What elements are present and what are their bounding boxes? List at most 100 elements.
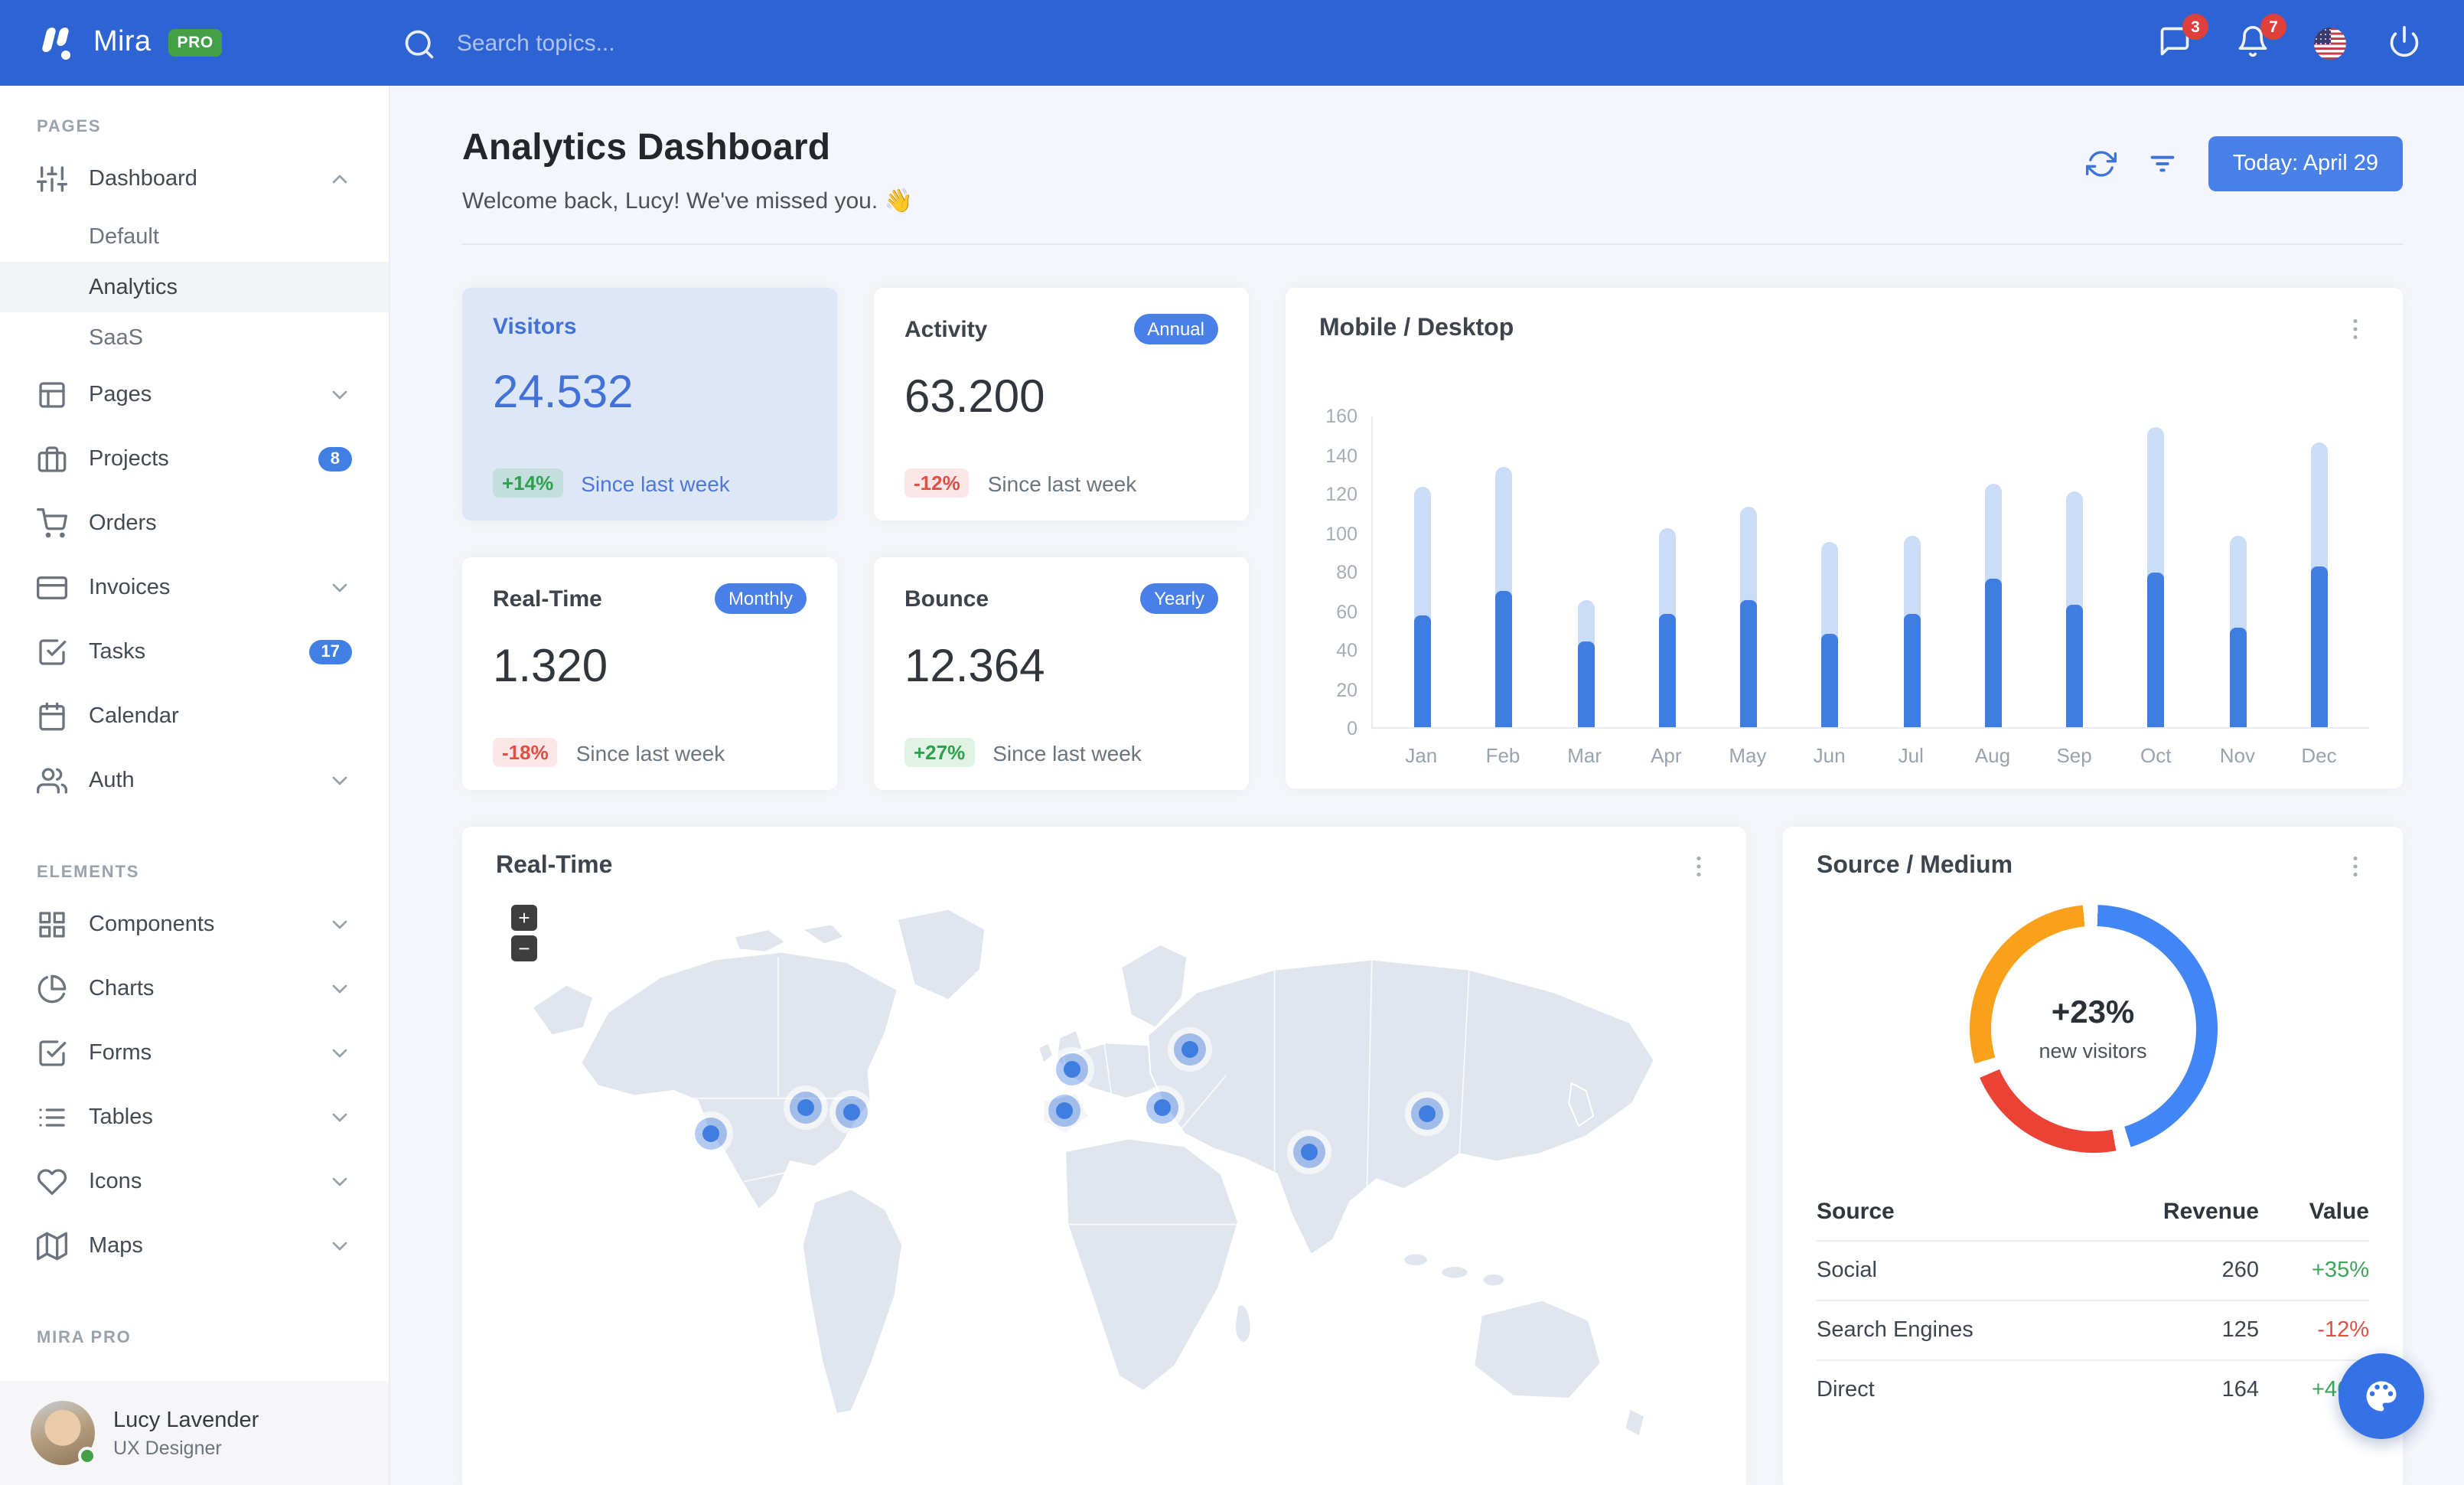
stat-period-badge[interactable]: Annual (1133, 314, 1218, 344)
x-tick-label: Oct (2140, 744, 2172, 767)
sidebar-subitem-default[interactable]: Default (0, 211, 389, 262)
sidebar-item-pages[interactable]: Pages (0, 363, 389, 427)
bar-jun[interactable] (1821, 541, 1839, 727)
messages-icon[interactable]: 3 (2158, 14, 2208, 61)
bar-oct[interactable] (2147, 426, 2165, 727)
sidebar-badge: 17 (308, 640, 352, 664)
sidebar-item-projects[interactable]: Projects 8 (0, 427, 389, 491)
messages-badge: 3 (2182, 14, 2208, 40)
bar-segment-mobile (2066, 604, 2084, 727)
bar-segment-desktop (2066, 491, 2084, 610)
sidebar-section-mira-pro: Mira Pro (37, 1329, 132, 1347)
pro-badge: PRO (168, 29, 223, 57)
power-icon[interactable] (2387, 24, 2424, 61)
sidebar-subitem-saas[interactable]: SaaS (0, 312, 389, 363)
more-vertical-icon[interactable] (2342, 315, 2369, 343)
bar-segment-mobile (1414, 615, 1432, 727)
cell-source: Direct (1817, 1359, 2089, 1419)
map-zoom-out-button[interactable]: − (511, 935, 537, 961)
cell-revenue: 164 (2088, 1359, 2265, 1419)
cell-source: Social (1817, 1240, 2089, 1301)
bar-segment-mobile (2147, 573, 2165, 727)
bar-segment-mobile (1821, 633, 1839, 727)
map-marker[interactable] (790, 1091, 823, 1124)
sidebar-item-orders[interactable]: Orders (0, 491, 389, 556)
cell-revenue: 125 (2088, 1300, 2265, 1360)
more-vertical-icon[interactable] (2342, 853, 2369, 880)
y-tick-label: 60 (1336, 601, 1357, 622)
today-button[interactable]: Today: April 29 (2208, 136, 2403, 191)
stat-value: 63.200 (904, 372, 1045, 423)
source-card-title: Source / Medium (1817, 853, 2013, 879)
theme-settings-fab[interactable] (2339, 1353, 2424, 1439)
map-marker[interactable] (1146, 1091, 1179, 1124)
stat-delta-chip: +27% (904, 738, 975, 767)
chevron-up-icon (328, 167, 352, 191)
sidebar-badge: 8 (318, 447, 352, 472)
stat-period-badge[interactable]: Yearly (1140, 583, 1218, 614)
stat-caption: Since last week (575, 740, 725, 765)
bar-dec[interactable] (2310, 442, 2328, 727)
sidebar-item-tasks[interactable]: Tasks 17 (0, 620, 389, 684)
credit-card-icon (37, 573, 67, 603)
bar-segment-mobile (2229, 627, 2247, 727)
sidebar-item-label: Components (89, 912, 215, 937)
search-input[interactable] (456, 30, 916, 56)
bar-mar[interactable] (1577, 600, 1595, 727)
language-flag-icon[interactable] (2314, 27, 2346, 59)
bar-jan[interactable] (1414, 487, 1432, 727)
sidebar-item-label: Maps (89, 1234, 143, 1258)
map-card-title: Real-Time (496, 853, 613, 879)
y-tick-label: 80 (1336, 562, 1357, 583)
filter-icon[interactable] (2147, 148, 2178, 179)
sidebar-subitem-analytics[interactable]: Analytics (0, 262, 389, 312)
sidebar-item-maps[interactable]: Maps (0, 1214, 389, 1278)
sidebar-item-invoices[interactable]: Invoices (0, 556, 389, 620)
notifications-icon[interactable]: 7 (2236, 14, 2286, 61)
top-navbar: Mira PRO 3 7 (0, 0, 2464, 86)
world-map: + − (496, 886, 1713, 1467)
check-square-icon (37, 1038, 67, 1069)
stat-value: 24.532 (493, 367, 634, 418)
avatar (31, 1401, 96, 1465)
map-marker[interactable] (1055, 1053, 1088, 1085)
bar-aug[interactable] (1984, 483, 2002, 727)
check-square-icon (37, 637, 67, 667)
refresh-icon[interactable] (2085, 148, 2117, 179)
donut-center-label: new visitors (2039, 1040, 2147, 1062)
more-vertical-icon[interactable] (1685, 853, 1713, 880)
sidebar-item-calendar[interactable]: Calendar (0, 684, 389, 749)
chevron-down-icon (328, 576, 352, 600)
map-zoom-in-button[interactable]: + (511, 905, 537, 931)
sidebar-item-charts[interactable]: Charts (0, 957, 389, 1021)
map-marker[interactable] (1173, 1033, 1206, 1066)
source-table: Source Revenue Value Social 260 +35% Search… (1817, 1190, 2369, 1419)
donut-center-value: +23% (2051, 995, 2135, 1030)
chevron-down-icon (328, 977, 352, 1001)
sidebar-item-auth[interactable]: Auth (0, 749, 389, 813)
bar-apr[interactable] (1658, 527, 1676, 727)
briefcase-icon (37, 444, 67, 475)
search-icon[interactable] (403, 27, 435, 59)
sidebar-item-forms[interactable]: Forms (0, 1021, 389, 1085)
brand[interactable]: Mira PRO (37, 23, 223, 63)
bar-segment-desktop (1577, 600, 1595, 648)
bar-feb[interactable] (1495, 467, 1513, 727)
bar-nov[interactable] (2229, 536, 2247, 727)
bar-jul[interactable] (1903, 536, 1921, 727)
table-row-search-engines: Search Engines 125 -12% (1817, 1300, 2369, 1360)
y-tick-label: 40 (1336, 640, 1357, 661)
map-marker[interactable] (1048, 1094, 1080, 1127)
sidebar-item-icons[interactable]: Icons (0, 1150, 389, 1214)
stat-period-badge[interactable]: Monthly (714, 583, 807, 614)
stats-grid: Visitors 24.532 +14% Since last week Activit… (462, 288, 1249, 790)
cell-value: -12% (2264, 1300, 2369, 1360)
bar-sep[interactable] (2066, 491, 2084, 727)
sidebar-user[interactable]: Lucy Lavender UX Designer (0, 1381, 389, 1485)
sidebar-item-dashboard[interactable]: Dashboard (0, 147, 389, 211)
bar-may[interactable] (1740, 506, 1758, 727)
bar-segment-mobile (1658, 613, 1676, 727)
sidebar-item-tables[interactable]: Tables (0, 1085, 389, 1150)
stat-caption: Since last week (581, 471, 730, 495)
sidebar-item-components[interactable]: Components (0, 893, 389, 957)
